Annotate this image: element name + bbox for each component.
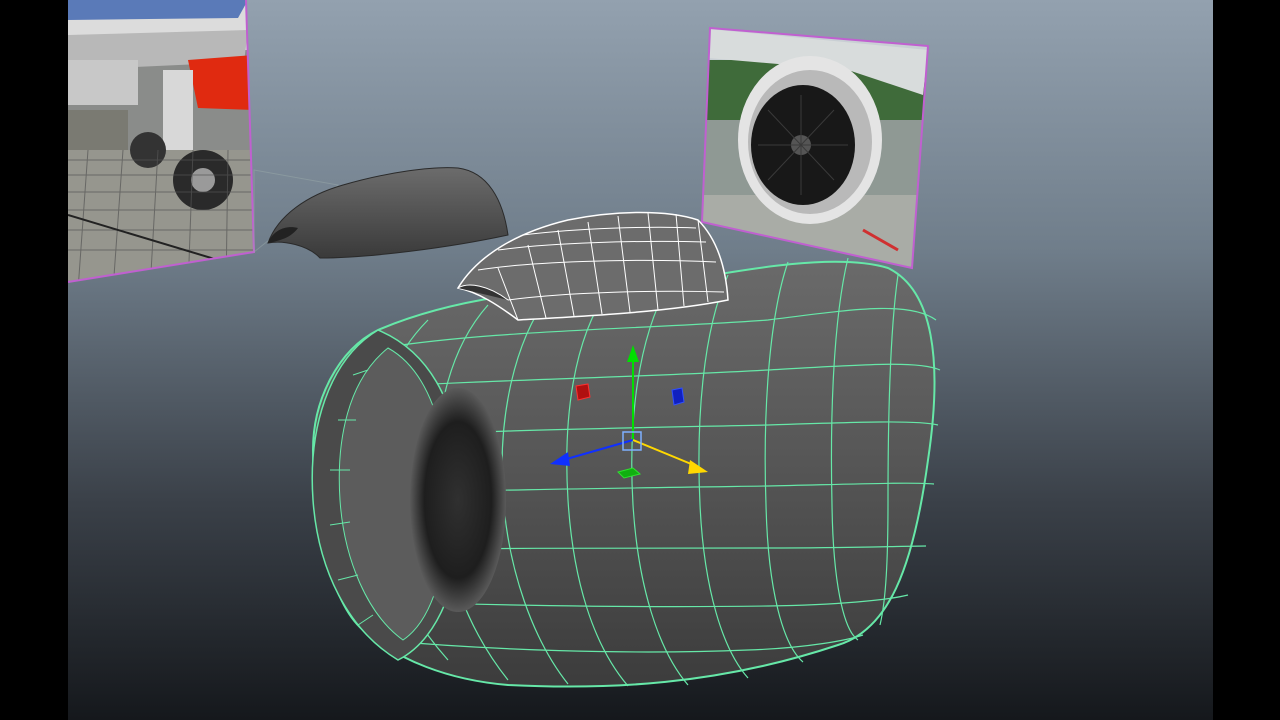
gizmo-plane-handle-blue[interactable]	[671, 387, 685, 406]
reference-image-engine-front[interactable]	[698, 20, 938, 285]
viewport-scene[interactable]	[68, 0, 1213, 720]
letterbox-right	[1213, 0, 1280, 720]
gizmo-plane-handle-red[interactable]	[575, 383, 591, 401]
letterbox-left	[0, 0, 68, 720]
shaded-cowl-shell[interactable]	[267, 167, 509, 259]
viewport-3d[interactable]	[68, 0, 1213, 720]
reference-image-landing-gear[interactable]	[68, 0, 340, 290]
